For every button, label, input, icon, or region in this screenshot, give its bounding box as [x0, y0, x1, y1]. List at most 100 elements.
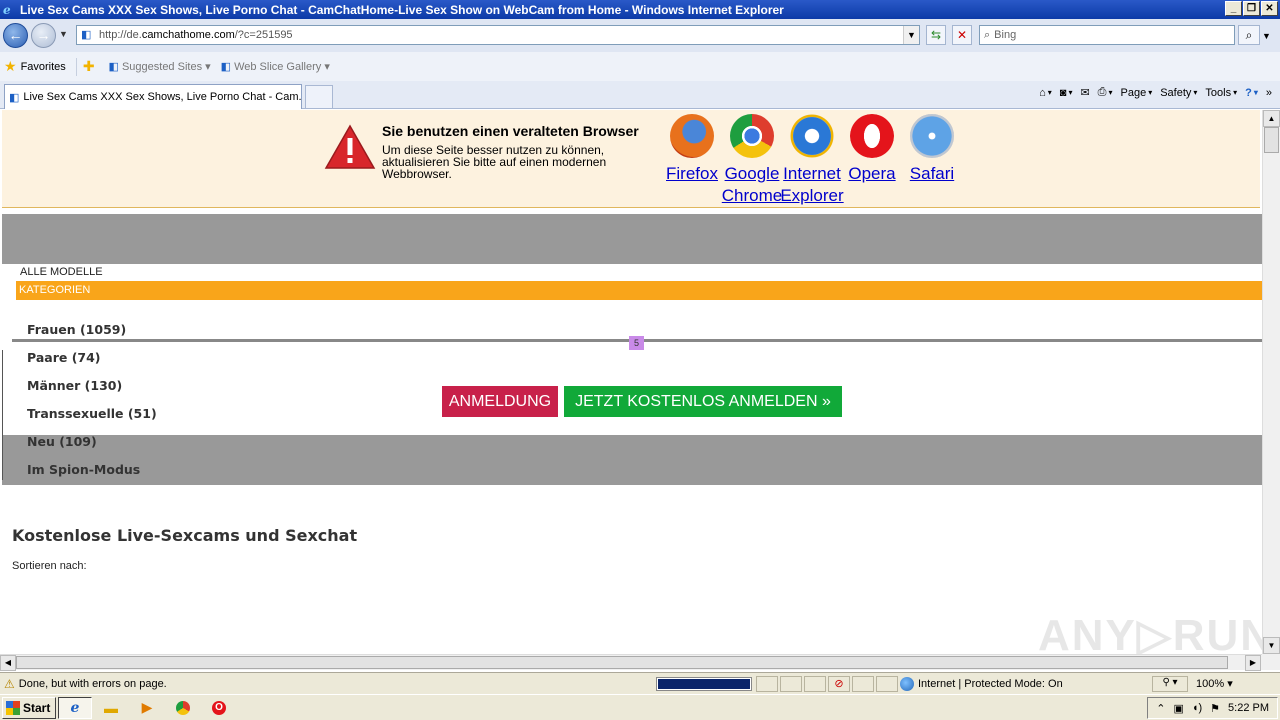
- hscroll-thumb[interactable]: [16, 656, 1228, 669]
- tab-bar: ◧ Live Sex Cams XXX Sex Shows, Live Porn…: [0, 81, 1280, 109]
- zoom-level[interactable]: 100% ▾: [1196, 677, 1233, 690]
- home-icon[interactable]: ⌂ ▾: [1039, 87, 1052, 99]
- tab-active[interactable]: ◧ Live Sex Cams XXX Sex Shows, Live Porn…: [4, 84, 302, 109]
- protected-mode-icon[interactable]: ⚲ ▾: [1152, 676, 1188, 692]
- back-button[interactable]: ←: [3, 23, 28, 48]
- address-bar[interactable]: ◧ http://de.camchathome.com/?c=251595 ▼: [76, 25, 920, 45]
- address-dropdown[interactable]: ▼: [903, 26, 919, 44]
- minimize-button[interactable]: _: [1225, 1, 1242, 16]
- recent-pages-dropdown[interactable]: ▼: [59, 29, 68, 39]
- categories-header[interactable]: KATEGORIEN: [16, 281, 1262, 300]
- flag-icon[interactable]: ⚑: [1210, 702, 1220, 715]
- volume-icon[interactable]: ◖): [1192, 702, 1202, 714]
- suggested-sites-link[interactable]: ◧ Suggested Sites ▾: [109, 60, 211, 74]
- start-button[interactable]: Start: [2, 696, 56, 719]
- safari-link[interactable]: Safari: [910, 163, 954, 185]
- search-options-dropdown[interactable]: ▼: [1262, 31, 1271, 41]
- taskbar-explorer[interactable]: ▬: [94, 697, 128, 719]
- media-player-icon: ▶: [141, 699, 153, 715]
- forward-button[interactable]: →: [31, 23, 56, 48]
- restore-button[interactable]: ❐: [1243, 1, 1260, 16]
- favorites-bar: ★ Favorites ✚ ◧ Suggested Sites ▾ ◧ Web Sli…: [0, 52, 1280, 81]
- progress-fill: [658, 679, 750, 689]
- star-icon: ★: [4, 58, 17, 74]
- address-url[interactable]: http://de.camchathome.com/?c=251595: [99, 29, 293, 41]
- chrome-icon: [176, 700, 190, 715]
- ie-logo-icon[interactable]: [790, 114, 834, 158]
- browser-firefox[interactable]: Firefox: [662, 114, 722, 207]
- taskbar-media-player[interactable]: ▶: [130, 697, 164, 719]
- site-header: [2, 214, 1262, 264]
- search-button[interactable]: ⌕: [1238, 25, 1260, 45]
- print-icon[interactable]: ⎙ ▾: [1098, 86, 1113, 99]
- scroll-right-icon[interactable]: ▶: [1245, 655, 1261, 671]
- new-tab-button[interactable]: [305, 85, 333, 109]
- safari-logo-icon[interactable]: [910, 114, 954, 158]
- network-icon[interactable]: ▣: [1173, 702, 1183, 715]
- window-title: Live Sex Cams XXX Sex Shows, Live Porno …: [20, 2, 784, 17]
- page-error-icon[interactable]: ⚠: [4, 677, 15, 691]
- signup-button[interactable]: JETZT KOSTENLOS ANMELDEN »: [564, 386, 842, 417]
- opera-logo-icon[interactable]: [850, 114, 894, 158]
- left-border: [2, 350, 3, 480]
- firefox-link[interactable]: Firefox: [666, 163, 718, 185]
- opera-icon: O: [212, 700, 226, 715]
- favorites-button[interactable]: ★ Favorites: [4, 58, 66, 75]
- all-models-link[interactable]: ALLE MODELLE: [20, 266, 103, 278]
- popup-blocker-icon[interactable]: ⊘: [828, 676, 850, 692]
- add-to-favorites-bar-button[interactable]: ✚: [83, 58, 99, 75]
- taskbar-opera[interactable]: O: [202, 697, 236, 719]
- feeds-icon[interactable]: ◙ ▾: [1060, 87, 1073, 99]
- login-button[interactable]: ANMELDUNG: [442, 386, 558, 417]
- mail-icon[interactable]: ✉: [1080, 86, 1089, 99]
- security-zone[interactable]: Internet | Protected Mode: On: [900, 677, 1063, 691]
- watermark-logo: ANY▷RUN: [1038, 611, 1262, 654]
- firefox-logo-icon[interactable]: [670, 114, 714, 158]
- clock[interactable]: 5:22 PM: [1228, 702, 1269, 714]
- search-input[interactable]: ⌕ Bing: [979, 25, 1235, 45]
- browser-safari[interactable]: Safari: [902, 114, 962, 207]
- page-menu[interactable]: Page ▾: [1121, 87, 1153, 99]
- search-placeholder: Bing: [994, 29, 1017, 41]
- add-favorite-icon: ✚: [82, 58, 95, 74]
- banner-body: Um diese Seite besser nutzen zu können, …: [382, 143, 607, 181]
- broken-image-marker: 5: [629, 336, 644, 350]
- status-pane: [756, 676, 778, 692]
- browser-opera[interactable]: Opera: [842, 114, 902, 207]
- outdated-browser-banner: Sie benutzen einen veralteten Browser Um…: [2, 110, 1260, 208]
- help-icon[interactable]: ? ▾: [1245, 87, 1258, 99]
- ie-link[interactable]: Internet Explorer: [780, 163, 843, 207]
- scroll-left-icon[interactable]: ◀: [0, 655, 16, 671]
- category-spy-mode[interactable]: Im Spion-Modus: [12, 457, 1262, 485]
- warning-icon: [324, 124, 376, 169]
- opera-link[interactable]: Opera: [848, 163, 895, 185]
- close-button[interactable]: ✕: [1261, 1, 1278, 16]
- safety-menu[interactable]: Safety ▾: [1160, 87, 1197, 99]
- window-controls: _ ❐ ✕: [1225, 1, 1278, 16]
- tray-expand-icon[interactable]: ⌃: [1156, 702, 1165, 715]
- browser-chrome[interactable]: Google Chrome: [722, 114, 782, 207]
- horizontal-scrollbar[interactable]: ◀ ▶: [0, 654, 1262, 671]
- scroll-up-icon[interactable]: ▲: [1263, 110, 1280, 127]
- scroll-down-icon[interactable]: ▼: [1263, 637, 1280, 654]
- status-text[interactable]: Done, but with errors on page.: [19, 678, 659, 690]
- taskbar-ie[interactable]: e: [58, 696, 92, 719]
- ie-icon: e: [3, 2, 11, 17]
- system-tray: ⌃ ▣ ◖) ⚑ 5:22 PM: [1147, 697, 1278, 719]
- tools-menu[interactable]: Tools ▾: [1205, 87, 1237, 99]
- browser-ie[interactable]: Internet Explorer: [780, 114, 844, 207]
- chrome-link[interactable]: Google Chrome: [722, 163, 782, 207]
- category-new[interactable]: Neu (109): [12, 429, 1262, 457]
- page-content: Sie benutzen einen veralteten Browser Um…: [0, 110, 1262, 654]
- stop-icon[interactable]: ✕: [952, 25, 972, 45]
- ie-page-icon: ◧: [220, 61, 232, 73]
- web-slice-gallery-link[interactable]: ◧ Web Slice Gallery ▾: [220, 60, 330, 74]
- chrome-logo-icon[interactable]: [730, 114, 774, 158]
- scroll-thumb[interactable]: [1264, 127, 1279, 153]
- vertical-scrollbar[interactable]: ▲ ▼: [1262, 110, 1280, 654]
- refresh-icon[interactable]: ⇆: [926, 25, 946, 45]
- taskbar-chrome[interactable]: [166, 697, 200, 719]
- ie-page-icon: ◧: [9, 91, 20, 104]
- toolbar-overflow[interactable]: »: [1266, 87, 1272, 99]
- status-pane: [804, 676, 826, 692]
